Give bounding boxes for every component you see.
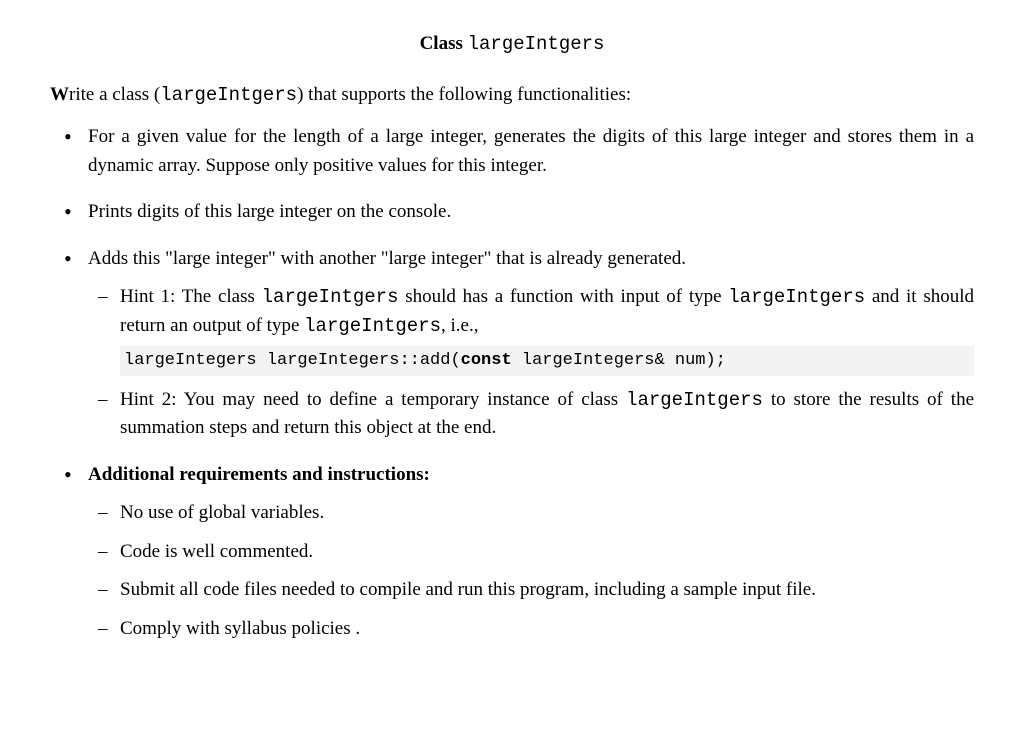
req-comments: Code is well commented. [120,538,974,567]
hint1-suffix: , i.e., [441,315,478,336]
hint1-prefix: Hint 1: The class [120,286,262,307]
bullet-text: Adds this "large integer" with another "… [88,248,686,269]
hint1-c2: largeIntgers [728,286,865,308]
req-text: No use of global variables. [120,502,324,523]
hints-list: Hint 1: The class largeIntgers should ha… [88,283,974,443]
req-submit: Submit all code files needed to compile … [120,576,974,605]
additional-list: No use of global variables. Code is well… [88,499,974,643]
hint-1: Hint 1: The class largeIntgers should ha… [120,283,974,376]
req-text: Submit all code files needed to compile … [120,579,816,600]
req-no-globals: No use of global variables. [120,499,974,528]
intro-paragraph: Write a class (largeIntgers) that suppor… [50,81,974,110]
bullet-generate: For a given value for the length of a la… [88,123,974,180]
req-text: Comply with syllabus policies . [120,618,360,639]
hint2-c1: largeIntgers [626,389,763,411]
intro-classname: largeIntgers [160,84,297,106]
hint1-c1: largeIntgers [262,286,399,308]
code-signature: largeIntegers largeIntegers::add(const l… [120,346,974,376]
hint-2: Hint 2: You may need to define a tempora… [120,386,974,443]
intro-suffix: ) that supports the following functional… [297,84,631,105]
code-part1: largeIntegers largeIntegers::add( [124,351,461,370]
bullet-print: Prints digits of this large integer on t… [88,198,974,227]
code-keyword: const [461,351,512,370]
hint1-c3: largeIntgers [304,315,441,337]
req-text: Code is well commented. [120,541,313,562]
hint1-mid1: should has a function with input of type [398,286,728,307]
bullet-text: For a given value for the length of a la… [88,126,974,176]
bullet-text: Prints digits of this large integer on t… [88,201,451,222]
requirements-list: For a given value for the length of a la… [50,123,974,643]
hint2-prefix: Hint 2: You may need to define a tempora… [120,389,626,410]
title-label: Class [420,33,463,54]
intro-first-letter: W [50,84,69,105]
intro-prefix: rite a class ( [69,84,160,105]
bullet-add: Adds this "large integer" with another "… [88,245,974,443]
document-title: Class largeIntgers [50,30,974,59]
title-classname: largeIntgers [468,33,605,55]
bullet-additional: Additional requirements and instructions… [88,461,974,644]
additional-heading: Additional requirements and instructions… [88,464,430,485]
code-part2: largeIntegers& num); [512,351,726,370]
req-syllabus: Comply with syllabus policies . [120,615,974,644]
